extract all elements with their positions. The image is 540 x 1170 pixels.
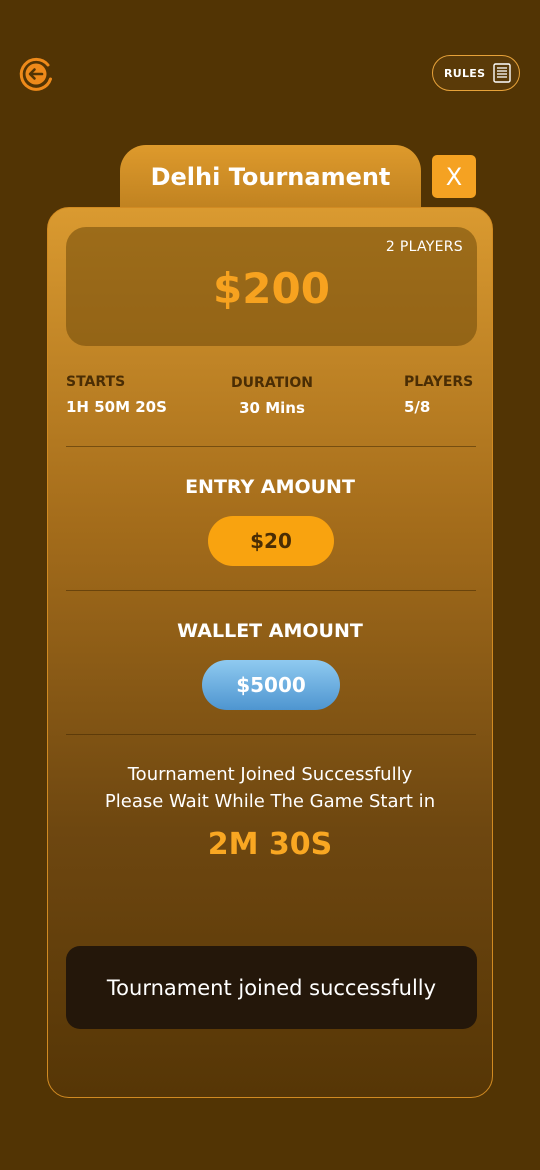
divider	[66, 446, 476, 447]
entry-amount-title: ENTRY AMOUNT	[185, 476, 355, 498]
tournament-title: Delhi Tournament	[150, 163, 391, 191]
back-button[interactable]	[17, 55, 55, 93]
stat-players: PLAYERS 5/8	[404, 374, 480, 416]
prize-amount: $200	[213, 264, 330, 313]
rules-document-icon	[493, 63, 512, 83]
prize-pool-box: 2 PLAYERS $200	[66, 227, 477, 346]
stat-duration: DURATION 30 Mins	[228, 375, 316, 417]
game-start-countdown: 2M 30S	[207, 827, 333, 862]
starts-label: STARTS	[66, 374, 126, 390]
players-value: 5/8	[404, 398, 431, 416]
duration-value: 30 Mins	[239, 399, 305, 417]
prize-players-count: 2 PLAYERS	[385, 239, 463, 255]
wallet-amount-title: WALLET AMOUNT	[177, 620, 363, 642]
join-status-line: Tournament Joined Successfully	[127, 764, 413, 785]
entry-amount-pill: $20	[208, 516, 334, 566]
close-button[interactable]: X	[432, 155, 476, 198]
divider	[66, 590, 476, 591]
success-toast: Tournament joined successfully	[66, 946, 477, 1029]
duration-label: DURATION	[231, 375, 313, 391]
back-arrow-icon	[19, 57, 52, 91]
rules-button[interactable]: RULES	[432, 55, 520, 91]
players-label: PLAYERS	[404, 374, 474, 390]
tournament-card: 2 PLAYERS $200 STARTS 1H 50M 20S DURATIO…	[47, 207, 493, 1098]
rules-label: RULES	[444, 66, 486, 80]
starts-value: 1H 50M 20S	[66, 398, 167, 416]
wait-status-line: Please Wait While The Game Start in	[104, 791, 436, 812]
stat-starts: STARTS 1H 50M 20S	[66, 374, 167, 416]
divider	[66, 734, 476, 735]
wallet-amount-pill: $5000	[202, 660, 340, 710]
